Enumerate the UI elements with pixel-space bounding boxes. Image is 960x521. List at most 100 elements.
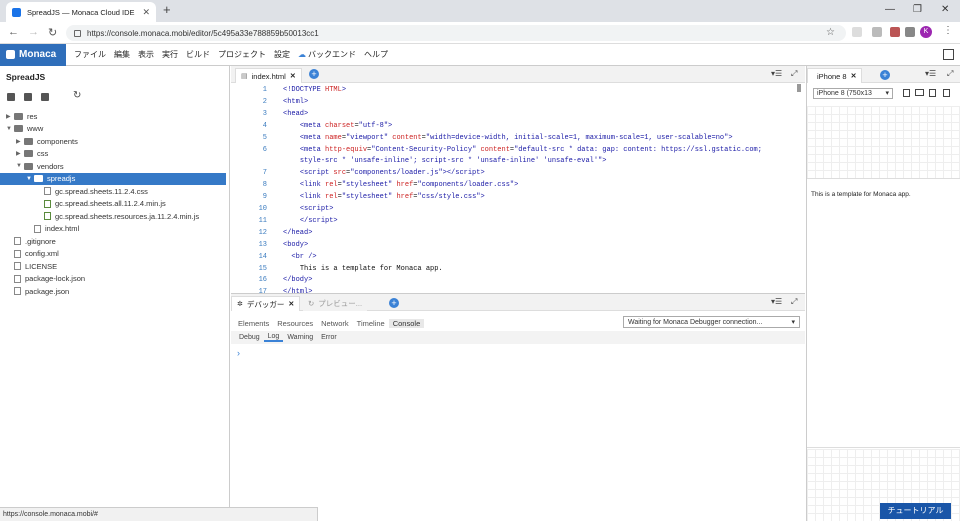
tree-file[interactable]: config.xml bbox=[0, 248, 226, 260]
debugger-tab-console[interactable]: Console bbox=[388, 318, 425, 328]
code-line: <br /> bbox=[291, 252, 317, 261]
extension-icon[interactable] bbox=[852, 27, 862, 37]
tree-file[interactable]: .gitignore bbox=[0, 235, 226, 247]
tree-file[interactable]: gc.spread.sheets.all.11.2.4.min.js bbox=[0, 198, 226, 210]
minimize-icon[interactable]: — bbox=[885, 4, 895, 15]
sync-icon[interactable] bbox=[943, 89, 950, 97]
menu-backend[interactable]: ☁ バックエンド bbox=[294, 49, 360, 60]
tree-file[interactable]: package.json bbox=[0, 285, 226, 297]
screenshot-icon[interactable] bbox=[929, 89, 936, 97]
debugger-connection-select[interactable]: Waiting for Monaca Debugger connection..… bbox=[623, 316, 800, 328]
caret-right-icon[interactable]: ▶ bbox=[16, 150, 24, 157]
code-line: style-src * 'unsafe-inline'; script-src … bbox=[299, 157, 607, 166]
code-area[interactable]: <!DOCTYPE HTML> <html> <head> <meta charse… bbox=[283, 84, 793, 294]
expand-icon[interactable]: ⤢ bbox=[947, 69, 953, 79]
console-filter-error[interactable]: Error bbox=[317, 334, 341, 341]
reload-icon[interactable]: ↻ bbox=[48, 26, 57, 39]
tab-debugger[interactable]: ✲ デバッガー ✕ bbox=[231, 296, 301, 311]
tree-file[interactable]: gc.spread.sheets.11.2.4.css bbox=[0, 185, 226, 197]
tree-folder[interactable]: ▶ css bbox=[0, 148, 226, 160]
panel-menu-icon[interactable]: ▾☰ bbox=[771, 69, 782, 78]
tab-preview[interactable]: ↻ プレビュー... bbox=[303, 296, 368, 311]
tree-file[interactable]: LICENSE bbox=[0, 260, 226, 272]
tree-file[interactable]: index.html bbox=[0, 223, 226, 235]
tree-folder[interactable]: ▼ www bbox=[0, 123, 226, 135]
close-tab-icon[interactable]: ✕ bbox=[290, 72, 296, 80]
close-tab-icon[interactable]: ✕ bbox=[288, 300, 294, 308]
menu-edit[interactable]: 編集 bbox=[110, 49, 134, 60]
console-prompt[interactable]: › bbox=[237, 348, 240, 358]
menu-view[interactable]: 表示 bbox=[134, 49, 158, 60]
refresh-icon[interactable]: ↻ bbox=[73, 90, 81, 101]
chrome-menu-icon[interactable]: ⋮ bbox=[943, 25, 953, 36]
code-line: <html> bbox=[283, 97, 309, 106]
close-window-icon[interactable]: ✕ bbox=[941, 4, 949, 15]
tree-folder[interactable]: ▼ spreadjs bbox=[0, 172, 226, 185]
menu-run[interactable]: 実行 bbox=[158, 49, 182, 60]
add-tab-icon[interactable]: + bbox=[880, 70, 890, 80]
upload-icon[interactable] bbox=[24, 93, 32, 101]
omnibox[interactable]: https://console.monaca.mobi/editor/5c495… bbox=[66, 25, 846, 41]
monaca-logo[interactable]: Monaca bbox=[0, 43, 66, 66]
maximize-icon[interactable]: ❐ bbox=[913, 4, 922, 15]
layout-toggle-icon[interactable] bbox=[943, 49, 954, 60]
code-line: </script> bbox=[299, 216, 338, 225]
new-tab-icon[interactable]: + bbox=[163, 3, 171, 17]
extension-icon[interactable] bbox=[890, 27, 900, 37]
forward-icon[interactable]: → bbox=[28, 26, 39, 38]
device-screen[interactable]: This is a template for Monaca app. bbox=[807, 178, 960, 448]
tree-folder[interactable]: ▶ res bbox=[0, 110, 226, 122]
extension-icon[interactable] bbox=[905, 27, 915, 37]
tree-item-label: gc.spread.sheets.11.2.4.css bbox=[55, 186, 148, 196]
profile-avatar[interactable]: K bbox=[920, 26, 932, 38]
caret-down-icon[interactable]: ▼ bbox=[16, 163, 24, 169]
add-tab-icon[interactable]: + bbox=[309, 69, 319, 79]
tree-item-label: .gitignore bbox=[25, 236, 56, 246]
tutorial-button[interactable]: チュートリアル bbox=[880, 503, 951, 519]
panel-menu-icon[interactable]: ▾☰ bbox=[771, 297, 782, 306]
caret-right-icon[interactable]: ▶ bbox=[6, 113, 14, 120]
expand-icon[interactable]: ⤢ bbox=[791, 69, 797, 79]
panel-menu-icon[interactable]: ▾☰ bbox=[925, 69, 936, 78]
file-icon bbox=[14, 274, 21, 283]
tree-folder[interactable]: ▼ vendors bbox=[0, 160, 226, 172]
tree-item-label: index.html bbox=[45, 224, 80, 233]
menu-settings[interactable]: 設定 bbox=[270, 49, 294, 60]
close-tab-icon[interactable]: ✕ bbox=[851, 72, 857, 80]
console-filter-debug[interactable]: Debug bbox=[235, 334, 264, 341]
new-folder-icon[interactable] bbox=[41, 93, 49, 101]
new-file-icon[interactable] bbox=[7, 93, 15, 101]
debugger-tab-timeline[interactable]: Timeline bbox=[353, 319, 389, 328]
editor-scrollbar[interactable] bbox=[797, 84, 801, 92]
menu-help[interactable]: ヘルプ bbox=[360, 49, 392, 60]
caret-down-icon[interactable]: ▼ bbox=[6, 126, 14, 132]
menu-project[interactable]: プロジェクト bbox=[214, 49, 270, 60]
tab-index-html[interactable]: ▤ index.html ✕ bbox=[235, 68, 302, 83]
debugger-tab-network[interactable]: Network bbox=[317, 319, 353, 328]
menu-file[interactable]: ファイル bbox=[70, 49, 110, 60]
back-icon[interactable]: ← bbox=[8, 26, 19, 38]
tree-file[interactable]: gc.spread.sheets.resources.ja.11.2.4.min… bbox=[0, 210, 226, 222]
console-filter-log[interactable]: Log bbox=[263, 333, 284, 342]
menu-build[interactable]: ビルド bbox=[182, 49, 214, 60]
file-icon bbox=[44, 187, 51, 195]
device-select[interactable]: iPhone 8 (750x13 ▾ bbox=[813, 88, 893, 99]
debugger-tab-elements[interactable]: Elements bbox=[234, 319, 273, 328]
console-filter-warning[interactable]: Warning bbox=[283, 334, 317, 341]
browser-tab[interactable]: SpreadJS — Monaca Cloud IDE ✕ bbox=[6, 2, 156, 22]
caret-down-icon[interactable]: ▼ bbox=[26, 176, 34, 182]
menu-backend-label: バックエンド bbox=[308, 50, 356, 59]
portrait-icon[interactable] bbox=[903, 89, 910, 97]
caret-right-icon[interactable]: ▶ bbox=[16, 138, 24, 145]
bookmark-star-icon[interactable]: ☆ bbox=[826, 27, 835, 38]
url-text: https://console.monaca.mobi/editor/5c495… bbox=[87, 28, 319, 38]
tree-file[interactable]: package-lock.json bbox=[0, 273, 226, 285]
tab-iphone8[interactable]: iPhone 8 ✕ bbox=[807, 68, 863, 83]
close-tab-icon[interactable]: ✕ bbox=[142, 7, 150, 18]
extension-icon[interactable] bbox=[872, 27, 882, 37]
landscape-icon[interactable] bbox=[915, 89, 924, 96]
debugger-tab-resources[interactable]: Resources bbox=[273, 319, 317, 328]
add-tab-icon[interactable]: + bbox=[389, 298, 399, 308]
tree-folder[interactable]: ▶ components bbox=[0, 135, 226, 147]
expand-icon[interactable]: ⤢ bbox=[791, 297, 797, 307]
